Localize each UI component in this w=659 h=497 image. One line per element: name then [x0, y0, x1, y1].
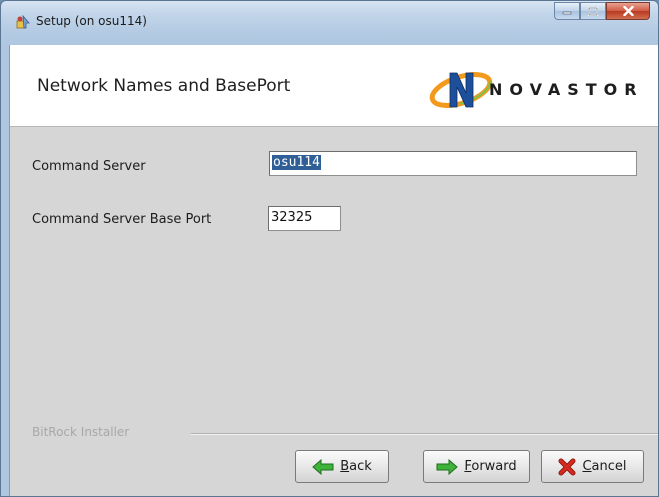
forward-arrow-icon	[436, 458, 459, 475]
cancel-icon	[558, 458, 576, 475]
close-button[interactable]	[606, 2, 650, 20]
cancel-mnemonic: C	[582, 459, 592, 474]
command-server-value: osu114	[272, 155, 321, 170]
base-port-label: Command Server Base Port	[32, 212, 212, 227]
back-arrow-icon	[312, 458, 334, 475]
setup-window: Setup (on osu114) Network Names and Base…	[0, 0, 659, 497]
page-header: Network Names and BasePort NOVASTOR	[10, 45, 658, 127]
logo-wordmark: NOVASTOR	[489, 80, 644, 99]
maximize-button[interactable]	[580, 2, 606, 20]
minimize-button[interactable]	[554, 2, 580, 20]
window-controls	[554, 2, 650, 21]
back-mnemonic: B	[340, 459, 350, 474]
installer-content: Network Names and BasePort NOVASTOR Comm…	[9, 45, 658, 496]
back-button[interactable]: Back	[295, 450, 389, 483]
footer-divider	[191, 433, 658, 435]
novastor-logo-mark	[429, 72, 493, 108]
forward-label-rest: orward	[471, 459, 517, 474]
novastor-logo: NOVASTOR	[428, 63, 658, 113]
app-icon	[16, 14, 30, 29]
command-server-label: Command Server	[32, 159, 146, 174]
cancel-label: Cancel	[582, 459, 626, 474]
base-port-input[interactable]: 32325	[268, 206, 341, 231]
window-title: Setup (on osu114)	[36, 14, 147, 28]
base-port-value: 32325	[271, 210, 313, 225]
close-icon	[622, 6, 634, 16]
page-title: Network Names and BasePort	[37, 76, 291, 96]
back-label-rest: ack	[349, 459, 372, 474]
title-bar[interactable]: Setup (on osu114)	[1, 1, 658, 45]
forward-label: Forward	[464, 459, 516, 474]
maximize-icon	[588, 6, 598, 16]
command-server-input[interactable]: osu114	[269, 151, 637, 176]
forward-button[interactable]: Forward	[423, 450, 530, 483]
installer-brand-label: BitRock Installer	[32, 425, 130, 439]
cancel-label-rest: ancel	[591, 459, 627, 474]
cancel-button[interactable]: Cancel	[541, 450, 644, 483]
minimize-icon	[562, 11, 572, 15]
back-label: Back	[340, 459, 372, 474]
